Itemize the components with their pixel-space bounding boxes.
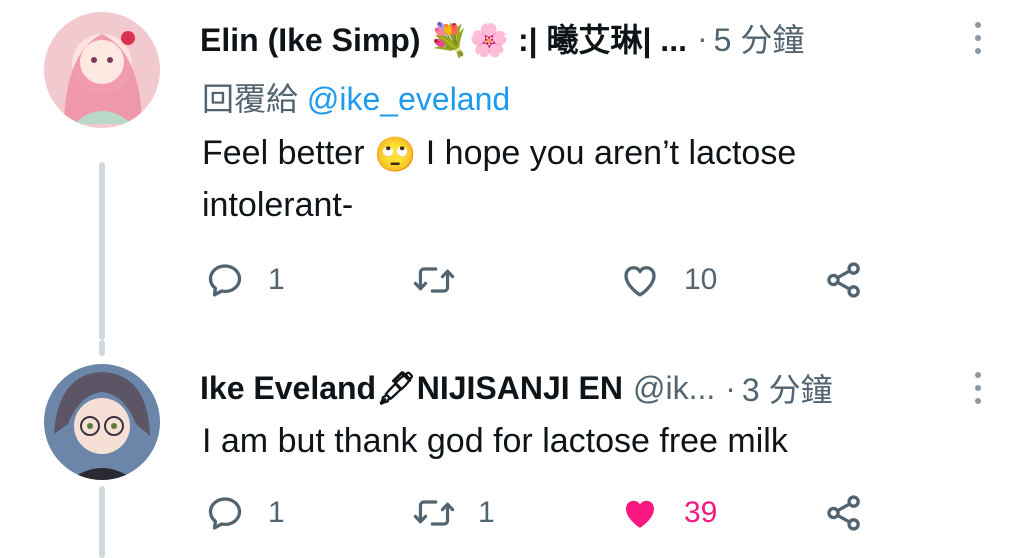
thread-line xyxy=(99,162,105,340)
reply-icon xyxy=(208,264,242,297)
tweet-text-line-1: Feel better 🙄 I hope you aren’t lactose xyxy=(202,128,796,180)
action-bar: 1 1 39 xyxy=(0,488,1024,538)
avatar[interactable] xyxy=(44,364,160,480)
like-icon xyxy=(626,500,654,528)
tweet-text: Feel better 🙄 I hope you aren’t lactose … xyxy=(202,128,796,230)
reply-prefix: 回覆給 xyxy=(202,81,299,117)
retweet-count: 1 xyxy=(478,496,495,529)
retweet-button[interactable] xyxy=(412,259,478,301)
tweet-1[interactable]: Elin (Ike Simp) 💐🌸 :| 曦艾琳| ... · 5 分鐘 回覆… xyxy=(0,0,1024,340)
more-icon[interactable] xyxy=(968,18,988,58)
reply-count: 1 xyxy=(268,496,285,529)
reply-context: 回覆給 @ike_eveland xyxy=(202,74,510,120)
reply-button[interactable]: 1 xyxy=(204,492,285,534)
display-name[interactable]: Elin (Ike Simp) 💐🌸 :| 曦艾琳| ... xyxy=(200,15,687,61)
share-icon xyxy=(827,495,860,531)
tweet-text-segment: I hope you aren’t lactose xyxy=(425,134,797,172)
share-icon xyxy=(827,262,860,298)
display-name[interactable]: Ike Eveland🖋NIJISANJI EN xyxy=(200,369,623,407)
tweet-2[interactable]: Ike Eveland🖋NIJISANJI EN @ik... · 3 分鐘 I… xyxy=(0,356,1024,558)
reply-button[interactable]: 1 xyxy=(204,259,285,301)
tweet-header: Elin (Ike Simp) 💐🌸 :| 曦艾琳| ... · 5 分鐘 xyxy=(200,15,805,61)
reply-count: 1 xyxy=(268,263,285,296)
action-bar: 1 10 xyxy=(0,255,1024,305)
rolling-eyes-emoji: 🙄 xyxy=(373,136,417,175)
like-button[interactable]: 10 xyxy=(618,259,717,301)
like-button[interactable]: 39 xyxy=(618,492,717,534)
share-button[interactable] xyxy=(822,259,866,301)
like-icon xyxy=(624,266,656,297)
reply-icon xyxy=(208,497,242,530)
share-button[interactable] xyxy=(822,492,866,534)
retweet-button[interactable]: 1 xyxy=(412,492,495,534)
retweet-icon xyxy=(413,267,455,293)
thread-line-bottom xyxy=(99,340,105,356)
more-icon[interactable] xyxy=(968,368,988,408)
separator-dot: · xyxy=(725,369,736,406)
like-count: 10 xyxy=(684,263,718,296)
handle[interactable]: @ik... xyxy=(633,370,715,407)
like-count: 39 xyxy=(684,496,718,529)
timestamp[interactable]: 3 分鐘 xyxy=(742,365,833,411)
separator-dot: · xyxy=(696,19,708,56)
avatar[interactable] xyxy=(44,12,160,128)
tweet-text-line-2: intolerant- xyxy=(202,186,354,225)
retweet-icon xyxy=(413,500,455,526)
tweet-text-segment: Feel better xyxy=(202,134,365,172)
tweet-text: I am but thank god for lactose free milk xyxy=(202,422,788,460)
tweet-header: Ike Eveland🖋NIJISANJI EN @ik... · 3 分鐘 xyxy=(200,365,833,411)
timestamp[interactable]: 5 分鐘 xyxy=(714,15,805,61)
reply-mention-link[interactable]: @ike_eveland xyxy=(307,81,510,117)
